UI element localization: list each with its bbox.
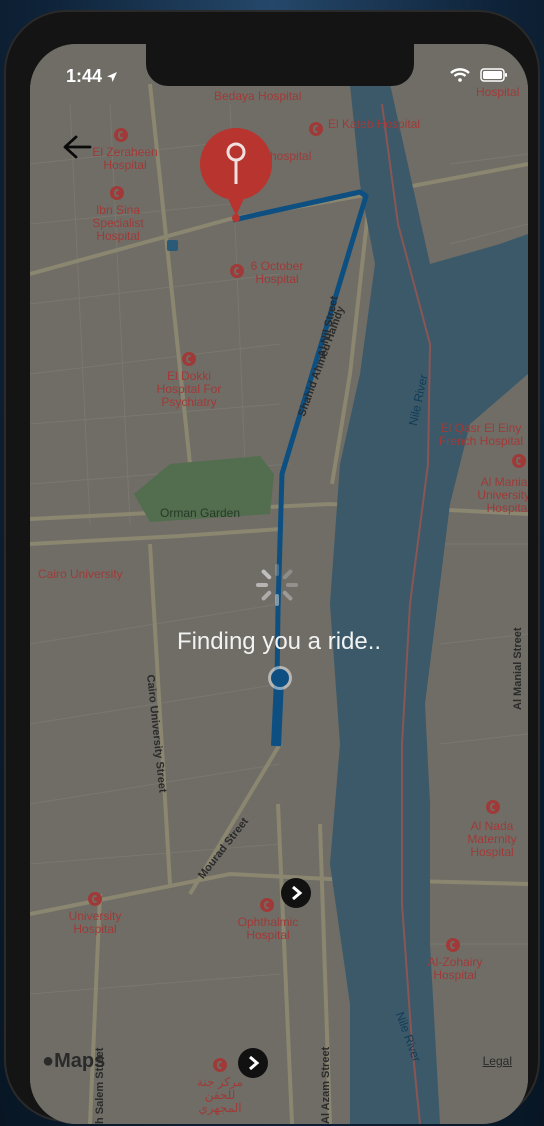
hospital-icon: [309, 122, 323, 136]
poi-corner-hospital[interactable]: Hospital: [476, 86, 519, 99]
device-notch: [146, 44, 414, 86]
poi-ibn-sina[interactable]: Ibn Sina Specialist Hospital: [82, 204, 154, 243]
hospital-icon: [114, 128, 128, 142]
loading-spinner-icon: [256, 564, 298, 606]
back-button[interactable]: [60, 130, 94, 164]
poi-zohairy[interactable]: Al-Zohairy Hospital: [420, 956, 490, 982]
poi-zeraheen[interactable]: El Zeraheen Hospital: [84, 146, 166, 172]
wifi-icon: [450, 68, 470, 82]
driver-arrow-marker[interactable]: [238, 1048, 268, 1078]
poi-october[interactable]: 6 October Hospital: [244, 260, 310, 286]
poi-kateb[interactable]: El Kateb Hospital: [328, 118, 420, 131]
chevron-right-icon: [249, 1055, 260, 1071]
poi-manial-hospital[interactable]: Al Manial University Hospital: [474, 476, 528, 515]
legal-link[interactable]: Legal: [483, 1054, 512, 1068]
phone-frame: Bedaya Hospital El Kateb Hospital El Zer…: [4, 10, 540, 1124]
hospital-icon: [182, 352, 196, 366]
poi-university-hospital[interactable]: University Hospital: [58, 910, 132, 936]
hospital-icon: [213, 1058, 227, 1072]
park-orman[interactable]: Orman Garden: [160, 506, 240, 520]
maps-attribution: ●Maps: [42, 1050, 106, 1072]
poi-nada[interactable]: Al Nada Maternity Hospital: [454, 820, 528, 859]
apple-icon: ●: [42, 1050, 55, 1072]
hospital-icon: [230, 264, 244, 278]
arrow-left-icon: [63, 135, 92, 159]
driver-arrow-marker[interactable]: [281, 878, 311, 908]
location-arrow-icon: [107, 71, 118, 82]
poi-arabic-center[interactable]: مركز جنة للحقن المجهري: [190, 1076, 250, 1115]
status-bar-indicators: [450, 68, 508, 82]
hospital-icon: [446, 938, 460, 952]
hospital-icon: [110, 186, 124, 200]
hospital-icon: [512, 454, 526, 468]
hospital-icon: [88, 892, 102, 906]
poi-ophthalmic[interactable]: Ophthalmic Hospital: [230, 916, 306, 942]
hospital-icon: [260, 898, 274, 912]
chevron-right-icon: [292, 885, 303, 901]
poi-qasr[interactable]: El Qasr El Einy French Hospital: [434, 422, 528, 448]
battery-icon: [480, 68, 507, 82]
poi-cairo-university[interactable]: Cairo University: [38, 568, 123, 581]
poi-bedaya[interactable]: Bedaya Hospital: [214, 90, 301, 103]
street-azam: Al Azam Street: [320, 1046, 332, 1124]
finding-ride-message: Finding you a ride..: [176, 628, 382, 655]
poi-hospital-short[interactable]: hospital: [270, 150, 311, 163]
hospital-icon: [486, 800, 500, 814]
status-bar-time: 1:44: [66, 66, 118, 87]
app-screen: Bedaya Hospital El Kateb Hospital El Zer…: [30, 44, 528, 1124]
poi-dokki[interactable]: El Dokki Hospital For Psychiatry: [146, 370, 232, 409]
